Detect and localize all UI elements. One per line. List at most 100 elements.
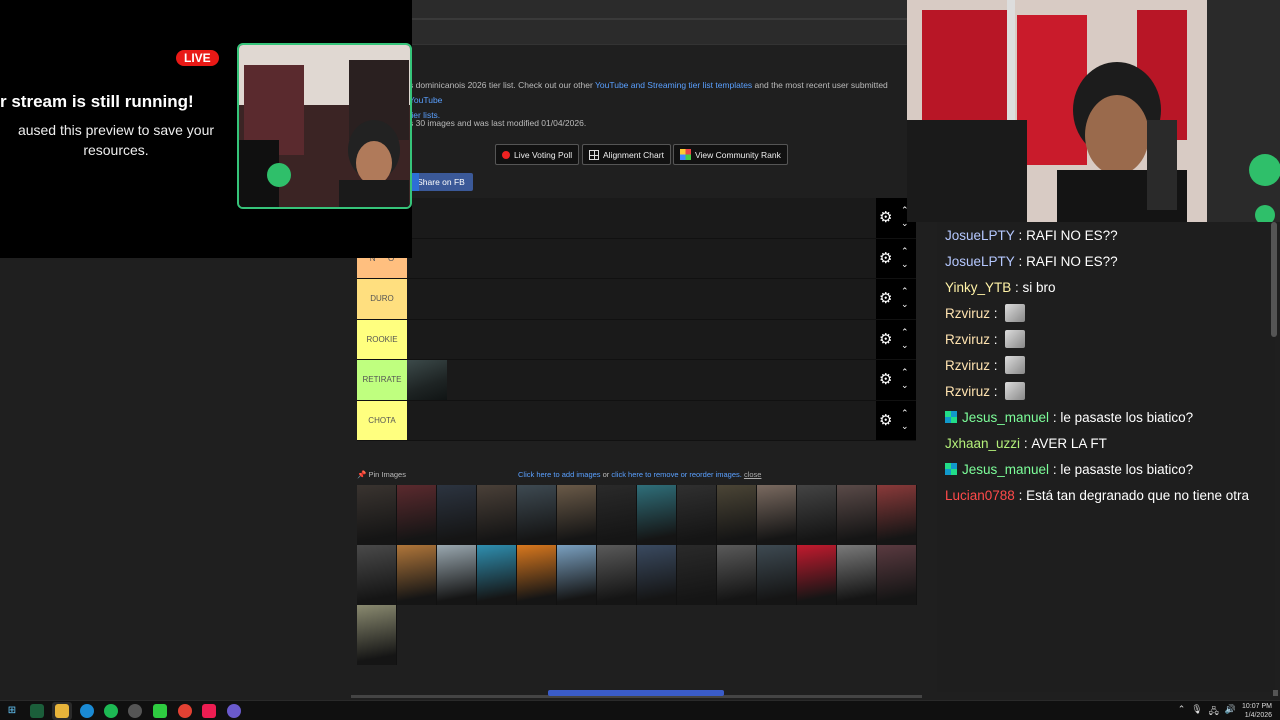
tier-drop-zone[interactable] [407,360,876,400]
app-icon[interactable] [30,704,44,718]
pool-image[interactable] [677,485,717,545]
network-icon[interactable]: 🖧 [1209,704,1219,720]
pool-image[interactable] [837,485,877,545]
grid-icon [589,149,599,160]
chat-username[interactable]: Rzviruz [945,358,990,373]
pool-image[interactable] [717,485,757,545]
spotify-icon[interactable] [104,704,118,718]
pool-image[interactable] [757,485,797,545]
chat-username[interactable]: JosueLPTY [945,254,1015,269]
tier-label[interactable]: DURO [357,279,407,319]
live-voting-poll-button[interactable]: Live Voting Poll [495,144,580,165]
tiktok-icon[interactable] [202,704,216,718]
edge-icon[interactable] [80,704,94,718]
chat-username[interactable]: Rzviruz [945,384,990,399]
pool-image[interactable] [877,485,917,545]
move-down-icon[interactable]: ⌄ [901,259,909,269]
pool-image[interactable] [557,545,597,605]
pool-image[interactable] [757,545,797,605]
chat-username[interactable]: Rzviruz [945,306,990,321]
pool-image[interactable] [517,485,557,545]
chat-username[interactable]: Rzviruz [945,332,990,347]
stream-preview-thumbnail[interactable] [237,43,412,209]
chevron-up-icon[interactable]: ⌃ [1178,704,1186,720]
start-icon[interactable]: ⊞ [5,704,19,718]
chat-scrollbar[interactable] [1271,222,1277,337]
pool-image[interactable] [397,545,437,605]
move-up-icon[interactable]: ⌃ [901,246,909,256]
chat-username[interactable]: Jesus_manuel [962,462,1049,477]
pool-image[interactable] [637,545,677,605]
move-down-icon[interactable]: ⌄ [901,300,909,309]
alignment-chart-button[interactable]: Alignment Chart [582,144,671,165]
pool-image[interactable] [557,485,597,545]
user-lists-link[interactable]: YouTube [409,95,442,105]
paused-message-body: aused this preview to save your resource… [17,122,215,158]
close-link[interactable]: close [744,470,762,479]
tier-controls: ⚙ ⌃ ⌄ [876,360,916,400]
taskbar-clock[interactable]: 10:07 PM 1/4/2026 [1242,702,1272,720]
chat-username[interactable]: Yinky_YTB [945,280,1011,295]
move-down-icon[interactable]: ⌄ [901,421,909,431]
pool-image[interactable] [357,485,397,545]
tier-row: DURO ⚙ ⌃ ⌄ [357,279,916,320]
pool-image[interactable] [837,545,877,605]
pool-image[interactable] [357,545,397,605]
pin-images-toggle[interactable]: Pin Images [368,470,406,479]
gear-icon[interactable]: ⚙ [879,412,892,429]
gear-icon[interactable]: ⚙ [879,331,892,348]
move-up-icon[interactable]: ⌃ [901,408,909,418]
tier-drop-zone[interactable] [407,239,876,279]
community-rank-button[interactable]: View Community Rank [673,144,788,165]
pool-image[interactable] [717,545,757,605]
gear-icon[interactable]: ⚙ [879,250,892,267]
pool-image[interactable] [677,545,717,605]
chrome-icon[interactable] [178,704,192,718]
chat-message: JosueLPTY : RAFI NO ES?? [945,251,1118,271]
tier-label[interactable]: ROOKIE [357,319,407,359]
tier-image[interactable] [407,360,447,400]
tier-drop-zone[interactable] [407,198,876,238]
pool-image[interactable] [517,545,557,605]
move-up-icon[interactable]: ⌃ [901,368,909,377]
pool-image[interactable] [597,545,637,605]
move-down-icon[interactable]: ⌄ [901,340,909,350]
pool-image[interactable] [597,485,637,545]
pool-image[interactable] [797,485,837,545]
microphone-icon[interactable]: 🎙 [1191,704,1202,720]
gear-icon[interactable]: ⚙ [879,372,892,388]
move-up-icon[interactable]: ⌃ [901,327,909,337]
chat-username[interactable]: JosueLPTY [945,228,1015,243]
chat-username[interactable]: Jesus_manuel [962,410,1049,425]
discord-icon[interactable] [227,704,241,718]
pool-image[interactable] [477,545,517,605]
remove-images-link[interactable]: click here to remove or reorder images. [611,470,741,479]
pool-image[interactable] [797,545,837,605]
tier-label[interactable]: CHOTA [357,400,407,440]
move-up-icon[interactable]: ⌃ [901,287,909,296]
move-down-icon[interactable]: ⌄ [901,381,909,390]
pool-image[interactable] [357,605,397,665]
tier-drop-zone[interactable] [407,279,876,319]
folder-icon[interactable] [55,704,69,718]
tier-drop-zone[interactable] [407,401,876,441]
templates-link[interactable]: YouTube and Streaming tier list template… [595,80,752,90]
page-scrollbar[interactable] [1273,690,1278,696]
speaker-icon[interactable]: 🔊 [1225,704,1236,720]
chat-username[interactable]: Lucian0788 [945,488,1015,503]
pool-image[interactable] [877,545,917,605]
pool-image[interactable] [437,545,477,605]
horizontal-scrollbar-thumb[interactable] [548,690,724,696]
tier-drop-zone[interactable] [407,320,876,360]
gear-icon[interactable]: ⚙ [879,291,892,307]
pool-image[interactable] [397,485,437,545]
chat-username[interactable]: Jxhaan_uzzi [945,436,1020,451]
obs-icon[interactable] [128,704,142,718]
add-images-link[interactable]: Click here to add images [518,470,601,479]
pool-image[interactable] [637,485,677,545]
pool-image[interactable] [477,485,517,545]
kick-icon[interactable] [153,704,167,718]
gear-icon[interactable]: ⚙ [879,210,892,226]
tier-label[interactable]: RETIRATE [357,360,407,400]
pool-image[interactable] [437,485,477,545]
